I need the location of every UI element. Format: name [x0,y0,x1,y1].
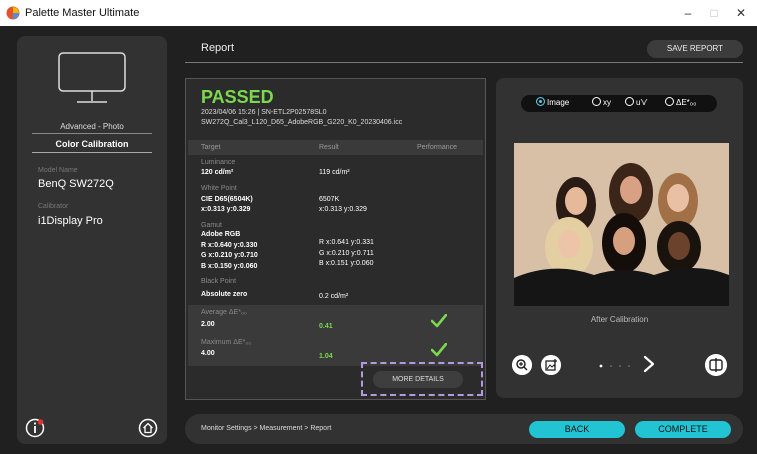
white-point-target-xy: x:0.313 y:0.329 [201,206,251,213]
radio-delta-e[interactable]: ΔE*₀₀ [665,97,696,109]
white-point-target-name: CIE D65(6504K) [201,196,253,203]
gamut-result-g: G x:0.210 y:0.711 [319,250,374,257]
luminance-result: 119 cd/m² [319,169,350,176]
zoom-in-icon[interactable] [512,355,532,375]
gamut-target-b: B x:0.150 y:0.060 [201,263,258,270]
average-de-label: Average ΔE*₀₀ [201,309,247,316]
gamut-label: Gamut [201,222,223,229]
home-icon[interactable] [138,418,158,438]
footer-bar: Monitor Settings > Measurement > Report … [185,414,743,444]
preview-panel: Image xy u'v' ΔE*₀₀ After Calibration [496,78,743,398]
gamut-result-b: B x:0.151 y:0.060 [319,260,374,267]
maximum-de-target: 4.00 [201,350,215,357]
info-icon[interactable] [25,418,45,438]
report-date-serial: 2023/04/06 15:26 | SN-ETL2P02578SL0 [201,109,327,116]
header-divider [185,62,743,63]
save-report-button[interactable]: SAVE REPORT [647,40,743,58]
black-point-target: Absolute zero [201,291,248,298]
divider [32,133,152,134]
gamut-target-r: R x:0.640 y:0.330 [201,242,258,249]
radio-empty-icon [665,97,674,107]
average-de-result: 0.41 [319,323,333,330]
radio-selected-icon [536,97,545,107]
luminance-target: 120 cd/m² [201,169,234,176]
gamut-target-g: G x:0.210 y:0.710 [201,252,258,259]
white-point-label: White Point [201,185,237,192]
gamut-target-name: Adobe RGB [201,231,241,238]
model-label: Model Name [38,167,78,174]
calibration-preview-image [514,143,729,306]
table-header: Target Result Performance [188,140,483,155]
image-caption: After Calibration [590,315,649,324]
divider [32,152,152,153]
complete-button[interactable]: COMPLETE [635,421,731,438]
radio-image[interactable]: Image [536,97,569,109]
check-icon [431,314,447,328]
chevron-right-icon[interactable] [642,355,656,373]
back-button[interactable]: BACK [529,421,625,438]
maximize-button[interactable]: □ [700,4,728,22]
breadcrumb: Monitor Settings > Measurement > Report [201,425,332,432]
sidebar: Advanced - Photo Color Calibration Model… [17,36,167,444]
title-bar: Palette Master Ultimate – □ ✕ [0,0,757,26]
more-details-button[interactable]: MORE DETAILS [373,371,463,388]
compare-view-icon[interactable] [705,354,727,376]
section-title: Color Calibration [55,139,129,149]
white-point-result-xy: x:0.313 y:0.329 [319,206,367,213]
check-icon [431,343,447,357]
luminance-label: Luminance [201,159,236,166]
maximum-de-label: Maximum ΔE*₀₀ [201,339,252,346]
white-point-result-k: 6507K [319,196,340,203]
close-button[interactable]: ✕ [727,4,755,22]
column-performance: Performance [417,144,458,151]
app-logo-icon [6,6,20,20]
gamut-result-r: R x:0.641 y:0.331 [319,239,374,246]
minimize-button[interactable]: – [674,4,702,22]
page-title: Report [201,42,235,54]
radio-empty-icon [592,97,601,107]
add-image-icon[interactable] [541,355,561,375]
column-target: Target [201,144,221,151]
delta-e-block: Average ΔE*₀₀ 2.00 0.41 Maximum ΔE*₀₀ 4.… [188,305,483,366]
profile-filename: SW272Q_Cal3_L120_D65_AdobeRGB_G220_K0_20… [201,119,403,126]
calibration-mode: Advanced - Photo [60,122,124,131]
radio-empty-icon [625,97,634,107]
maximum-de-result: 1.04 [319,353,333,360]
average-de-target: 2.00 [201,321,215,328]
pager-dots [599,364,630,368]
status-passed: PASSED [201,87,274,107]
radio-uv[interactable]: u'v' [625,97,648,109]
report-panel: PASSED 2023/04/06 15:26 | SN-ETL2P02578S… [185,78,486,400]
window-title: Palette Master Ultimate [25,7,140,19]
view-mode-selector: Image xy u'v' ΔE*₀₀ [521,95,717,112]
model-value: BenQ SW272Q [38,178,114,190]
black-point-result: 0.2 cd/m² [319,293,349,300]
calibrator-value: i1Display Pro [38,215,103,227]
monitor-icon [58,52,126,103]
calibrator-label: Calibrator [38,203,69,210]
black-point-label: Black Point [201,278,237,285]
column-result: Result [319,144,339,151]
radio-xy[interactable]: xy [592,97,611,109]
